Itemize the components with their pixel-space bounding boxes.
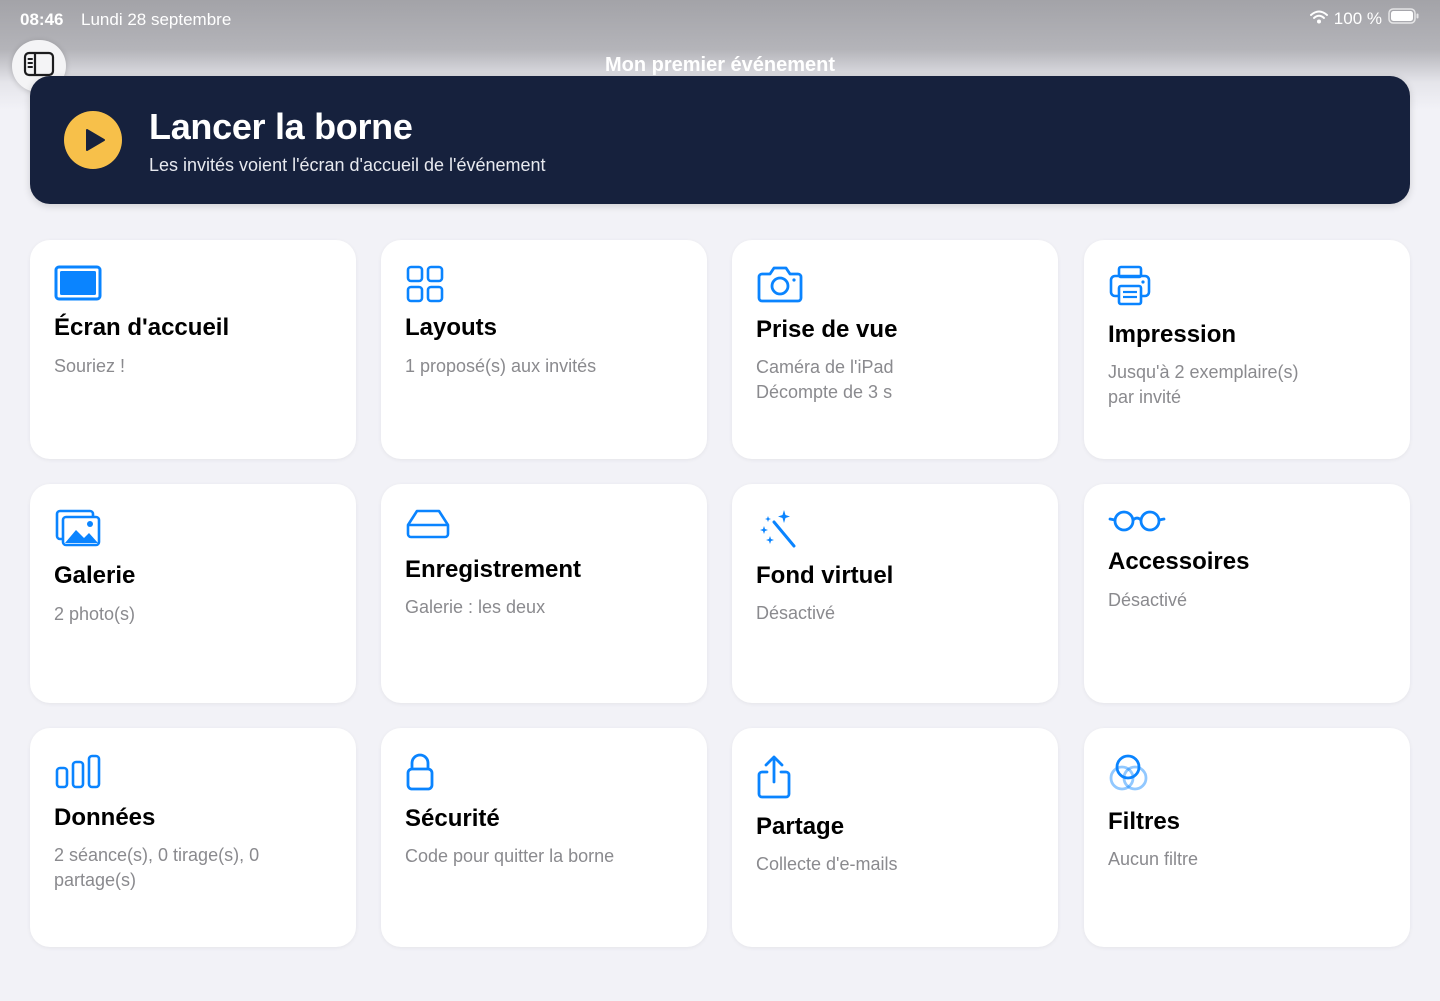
card-data[interactable]: Données 2 séance(s), 0 tirage(s), 0 part… [30, 728, 356, 947]
card-title: Écran d'accueil [54, 314, 230, 341]
display-icon [54, 265, 102, 306]
filters-icon [1108, 752, 1152, 799]
card-line: Souriez ! [54, 356, 126, 376]
battery-percent: 100 % [1333, 8, 1382, 28]
card-subtitle: 2 photo(s) [54, 602, 334, 627]
status-bar: 08:46 Lundi 28 septembre 100 % [0, 0, 1440, 38]
grid-icon [405, 264, 445, 309]
card-subtitle: Code pour quitter la borne [405, 844, 685, 869]
card-subtitle: Désactivé [1108, 588, 1388, 613]
card-printing[interactable]: Impression Jusqu'à 2 exemplaire(s) par i… [1084, 240, 1410, 459]
card-title: Galerie [54, 562, 136, 589]
card-title: Données [54, 804, 156, 831]
card-subtitle: Souriez ! [54, 354, 334, 379]
glasses-icon [1108, 506, 1166, 541]
launch-subtitle: Les invités voient l'écran d'accueil de … [149, 155, 546, 175]
card-line: Jusqu'à 2 exemplaire(s) [1108, 362, 1299, 382]
card-line: Code pour quitter la borne [405, 846, 615, 866]
card-title: Enregistrement [405, 556, 582, 583]
status-time: 08:46 [20, 10, 64, 29]
card-line: Aucun filtre [1108, 849, 1199, 869]
printer-icon [1108, 264, 1152, 313]
nav-title: Mon premier événement [604, 54, 836, 76]
card-title: Partage [756, 813, 845, 840]
camera-icon [756, 264, 804, 309]
status-date: Lundi 28 septembre [81, 10, 232, 29]
launch-title: Lancer la borne [149, 106, 413, 147]
card-line: 1 proposé(s) aux invités [405, 356, 597, 376]
card-line: partage(s) [54, 870, 137, 890]
card-line: Désactivé [756, 603, 836, 623]
card-accessories[interactable]: Accessoires Désactivé [1084, 484, 1410, 703]
card-line: par invité [1108, 387, 1182, 407]
card-line: Décompte de 3 s [756, 382, 893, 402]
card-title: Prise de vue [756, 316, 898, 343]
photos-icon [54, 508, 102, 553]
card-subtitle: 2 séance(s), 0 tirage(s), 0 partage(s) [54, 843, 334, 893]
card-subtitle: Jusqu'à 2 exemplaire(s) par invité [1108, 360, 1388, 410]
card-line: Galerie : les deux [405, 597, 546, 617]
card-filters[interactable]: Filtres Aucun filtre [1084, 728, 1410, 947]
card-line: Collecte d'e-mails [756, 854, 898, 874]
card-title: Sécurité [405, 805, 500, 832]
card-subtitle: Aucun filtre [1108, 847, 1388, 872]
card-capture[interactable]: Prise de vue Caméra de l'iPad Décompte d… [732, 240, 1058, 459]
card-subtitle: Désactivé [756, 601, 1036, 626]
drive-icon [405, 508, 451, 545]
card-title: Filtres [1108, 808, 1181, 835]
share-icon [756, 754, 792, 805]
battery-icon [1388, 8, 1420, 29]
launch-kiosk-button[interactable]: Lancer la borne Les invités voient l'écr… [30, 76, 1410, 204]
card-title: Layouts [405, 314, 498, 341]
card-layouts[interactable]: Layouts 1 proposé(s) aux invités [381, 240, 707, 459]
play-icon [64, 111, 122, 169]
settings-grid: Écran d'accueil Souriez ! Layouts 1 prop… [30, 240, 1410, 947]
card-line: Désactivé [1108, 590, 1188, 610]
card-gallery[interactable]: Galerie 2 photo(s) [30, 484, 356, 703]
card-recording[interactable]: Enregistrement Galerie : les deux [381, 484, 707, 703]
card-subtitle: Galerie : les deux [405, 595, 685, 620]
lock-icon [405, 752, 435, 797]
card-title: Fond virtuel [756, 562, 894, 589]
card-line: 2 photo(s) [54, 604, 136, 624]
card-virtual-background[interactable]: Fond virtuel Désactivé [732, 484, 1058, 703]
card-sharing[interactable]: Partage Collecte d'e-mails [732, 728, 1058, 947]
card-security[interactable]: Sécurité Code pour quitter la borne [381, 728, 707, 947]
app-screen: 08:46 Lundi 28 septembre 100 % Mon premi… [0, 0, 1440, 1001]
card-line: Caméra de l'iPad [756, 357, 894, 377]
card-home-screen[interactable]: Écran d'accueil Souriez ! [30, 240, 356, 459]
card-title: Accessoires [1108, 548, 1250, 575]
magic-wand-icon [756, 508, 800, 555]
status-right: 100 % [1309, 8, 1420, 29]
card-subtitle: Caméra de l'iPad Décompte de 3 s [756, 355, 1036, 405]
card-title: Impression [1108, 321, 1237, 348]
wifi-icon [1309, 9, 1328, 29]
card-line: 2 séance(s), 0 tirage(s), 0 [54, 845, 260, 865]
card-subtitle: 1 proposé(s) aux invités [405, 354, 685, 379]
chart-bars-icon [54, 754, 104, 795]
card-subtitle: Collecte d'e-mails [756, 852, 1036, 877]
